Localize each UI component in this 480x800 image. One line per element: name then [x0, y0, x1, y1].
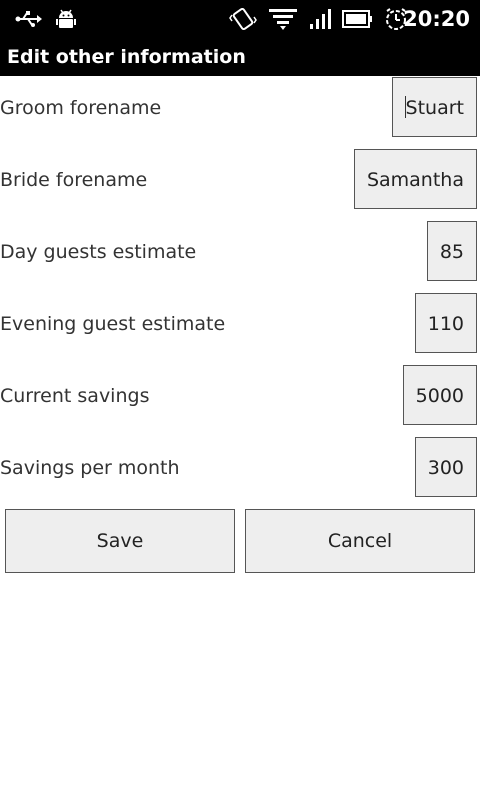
vibrate-icon [229, 6, 257, 32]
savings-per-month-field[interactable]: 300 [414, 437, 477, 497]
battery-icon [342, 6, 374, 32]
status-time: 20:20 [403, 7, 470, 31]
groom-forename-row: Groom forename Stuart [0, 76, 480, 140]
groom-forename-value: Stuart [405, 97, 464, 119]
evening-guests-value: 110 [427, 313, 464, 335]
savings-per-month-label: Savings per month [0, 457, 180, 479]
current-savings-value: 5000 [415, 385, 464, 407]
page-title: Edit other information [7, 46, 246, 68]
save-button[interactable]: Save [5, 509, 235, 573]
title-bar: Edit other information [0, 38, 480, 76]
savings-per-month-row: Savings per month 300 [0, 436, 480, 500]
bride-forename-value: Samantha [366, 169, 464, 191]
signal-icon [308, 6, 334, 32]
status-bar: 20:20 [0, 0, 480, 38]
bride-forename-row: Bride forename Samantha [0, 148, 480, 212]
day-guests-label: Day guests estimate [0, 241, 197, 263]
current-savings-field[interactable]: 5000 [402, 365, 477, 425]
bride-forename-label: Bride forename [0, 169, 148, 191]
cancel-button[interactable]: Cancel [245, 509, 475, 573]
groom-forename-label: Groom forename [0, 97, 162, 119]
day-guests-value: 85 [439, 241, 464, 263]
current-savings-row: Current savings 5000 [0, 364, 480, 428]
usb-icon [14, 6, 44, 32]
android-debug-icon [54, 6, 78, 32]
evening-guests-row: Evening guest estimate 110 [0, 292, 480, 356]
savings-per-month-value: 300 [427, 457, 464, 479]
current-savings-label: Current savings [0, 385, 150, 407]
day-guests-row: Day guests estimate 85 [0, 220, 480, 284]
evening-guests-field[interactable]: 110 [414, 293, 477, 353]
groom-forename-field[interactable]: Stuart [391, 77, 477, 137]
day-guests-field[interactable]: 85 [426, 221, 477, 281]
wifi-icon [267, 6, 299, 32]
bride-forename-field[interactable]: Samantha [353, 149, 477, 209]
evening-guests-label: Evening guest estimate [0, 313, 226, 335]
